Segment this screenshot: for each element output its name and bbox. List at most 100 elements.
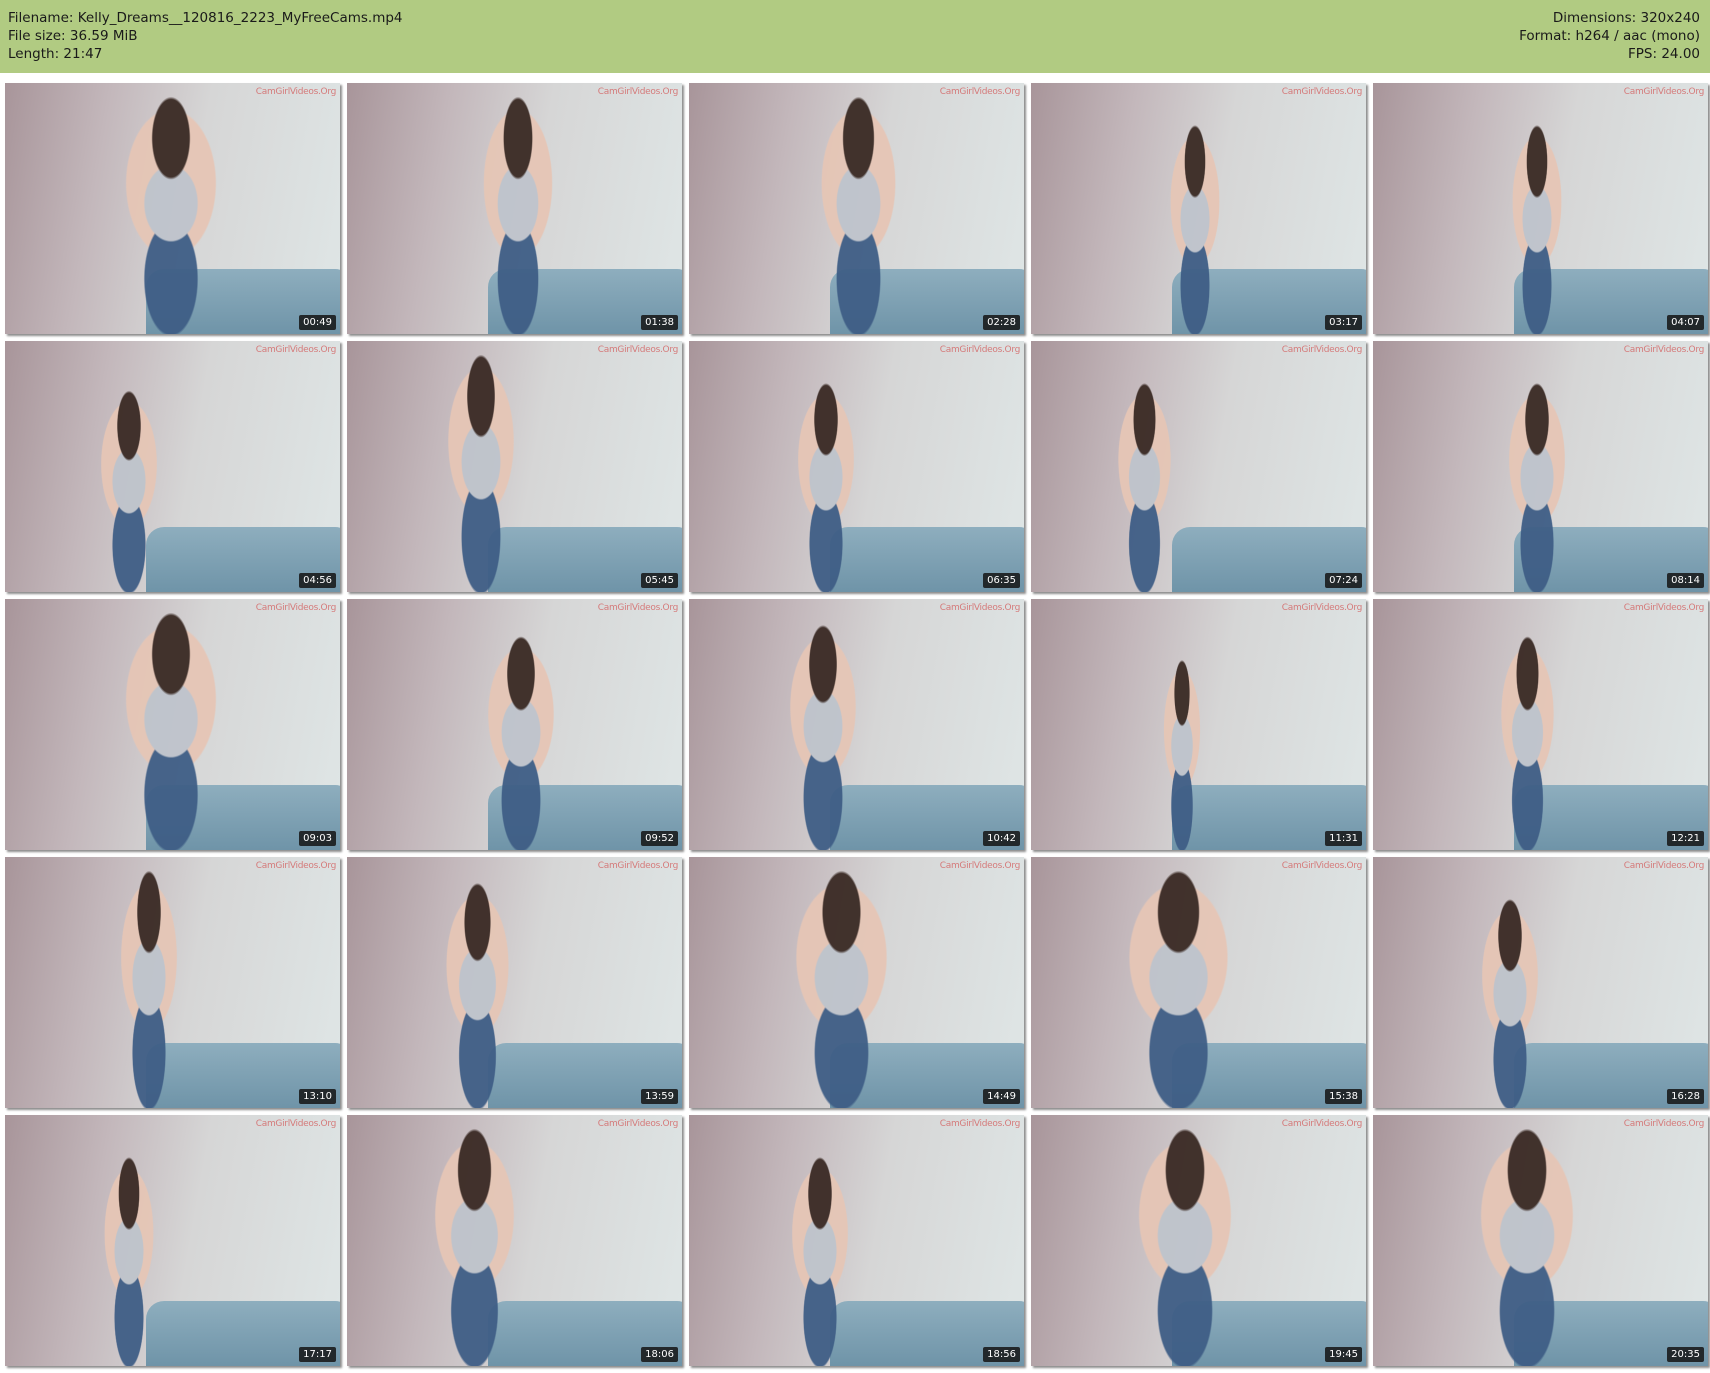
watermark-text: CamGirlVideos.Org [597, 87, 679, 97]
watermark-text: CamGirlVideos.Org [597, 345, 679, 355]
timestamp-badge: 10:42 [983, 831, 1020, 846]
frame-figure [414, 869, 542, 1108]
info-header: Filename: Kelly_Dreams__120816_2223_MyFr… [0, 0, 1710, 73]
frame-figure [1473, 624, 1581, 850]
thumbnail-frame[interactable]: CamGirlVideos.Org 13:10 [5, 857, 340, 1108]
timestamp-badge: 13:59 [641, 1089, 678, 1104]
thumbnail-frame[interactable]: CamGirlVideos.Org 05:45 [347, 341, 682, 592]
watermark-text: CamGirlVideos.Org [255, 861, 337, 871]
frame-figure [447, 83, 589, 334]
watermark-text: CamGirlVideos.Org [1281, 603, 1363, 613]
watermark-text: CamGirlVideos.Org [1623, 1119, 1705, 1129]
watermark-text: CamGirlVideos.Org [939, 1119, 1021, 1129]
thumbnail-frame[interactable]: CamGirlVideos.Org 07:24 [1031, 341, 1366, 592]
watermark-text: CamGirlVideos.Org [597, 861, 679, 871]
watermark-text: CamGirlVideos.Org [1623, 87, 1705, 97]
frame-figure [1077, 857, 1279, 1108]
thumbnail-frame[interactable]: CamGirlVideos.Org 08:14 [1373, 341, 1708, 592]
fps-text: FPS: 24.00 [1628, 46, 1700, 62]
frame-figure [1486, 113, 1588, 334]
timestamp-badge: 19:45 [1325, 1347, 1362, 1362]
timestamp-badge: 03:17 [1325, 315, 1362, 330]
timestamp-badge: 09:52 [641, 831, 678, 846]
format-text: Format: h264 / aac (mono) [1519, 28, 1700, 44]
watermark-text: CamGirlVideos.Org [255, 1119, 337, 1129]
timestamp-badge: 20:35 [1667, 1347, 1704, 1362]
frame-figure [782, 83, 934, 334]
watermark-text: CamGirlVideos.Org [939, 345, 1021, 355]
thumbnail-frame[interactable]: CamGirlVideos.Org 04:07 [1373, 83, 1708, 334]
header-right: Dimensions: 320x240 Format: h264 / aac (… [1519, 9, 1700, 63]
timestamp-badge: 13:10 [299, 1089, 336, 1104]
timestamp-badge: 06:35 [983, 573, 1020, 588]
timestamp-badge: 07:24 [1325, 573, 1362, 588]
frame-figure [769, 371, 884, 592]
watermark-text: CamGirlVideos.Org [597, 1119, 679, 1129]
frame-figure [92, 857, 206, 1108]
watermark-text: CamGirlVideos.Org [1623, 345, 1705, 355]
timestamp-badge: 08:14 [1667, 573, 1704, 588]
frame-figure [762, 1145, 877, 1366]
thumbnail-frame[interactable]: CamGirlVideos.Org 06:35 [689, 341, 1024, 592]
frame-figure [78, 1145, 180, 1366]
thumbnail-frame[interactable]: CamGirlVideos.Org 09:03 [5, 599, 340, 850]
frame-figure [393, 1115, 555, 1366]
thumbnail-frame[interactable]: CamGirlVideos.Org 15:38 [1031, 857, 1366, 1108]
frame-figure [72, 378, 186, 592]
frame-figure [454, 624, 589, 850]
thumbnail-frame[interactable]: CamGirlVideos.Org 02:28 [689, 83, 1024, 334]
frame-figure [414, 341, 548, 592]
thumbnail-frame[interactable]: CamGirlVideos.Org 01:38 [347, 83, 682, 334]
frame-figure [749, 857, 934, 1108]
frame-figure [78, 83, 263, 334]
thumbnail-frame[interactable]: CamGirlVideos.Org 18:56 [689, 1115, 1024, 1366]
timestamp-badge: 05:45 [641, 573, 678, 588]
thumbnail-frame[interactable]: CamGirlVideos.Org 17:17 [5, 1115, 340, 1366]
thumbnail-frame[interactable]: CamGirlVideos.Org 10:42 [689, 599, 1024, 850]
header-left: Filename: Kelly_Dreams__120816_2223_MyFr… [8, 9, 403, 63]
timestamp-badge: 12:21 [1667, 831, 1704, 846]
thumbnail-frame[interactable]: CamGirlVideos.Org 00:49 [5, 83, 340, 334]
thumbnail-frame[interactable]: CamGirlVideos.Org 12:21 [1373, 599, 1708, 850]
timestamp-badge: 00:49 [299, 315, 336, 330]
timestamp-badge: 18:06 [641, 1347, 678, 1362]
thumbnail-frame[interactable]: CamGirlVideos.Org 09:52 [347, 599, 682, 850]
thumbnail-frame[interactable]: CamGirlVideos.Org 13:59 [347, 857, 682, 1108]
frame-figure [1144, 649, 1219, 850]
filesize-text: File size: 36.59 MiB [8, 28, 138, 44]
watermark-text: CamGirlVideos.Org [939, 861, 1021, 871]
thumbnail-frame[interactable]: CamGirlVideos.Org 04:56 [5, 341, 340, 592]
length-text: Length: 21:47 [8, 46, 103, 62]
thumbnail-frame[interactable]: CamGirlVideos.Org 20:35 [1373, 1115, 1708, 1366]
timestamp-badge: 04:56 [299, 573, 336, 588]
timestamp-badge: 15:38 [1325, 1089, 1362, 1104]
timestamp-badge: 01:38 [641, 315, 678, 330]
timestamp-badge: 09:03 [299, 831, 336, 846]
frame-figure [1091, 371, 1199, 592]
timestamp-badge: 11:31 [1325, 831, 1362, 846]
frame-figure [1433, 1115, 1621, 1366]
thumbnail-frame[interactable]: CamGirlVideos.Org 14:49 [689, 857, 1024, 1108]
watermark-text: CamGirlVideos.Org [255, 603, 337, 613]
frame-figure [1480, 371, 1595, 592]
thumbnail-frame[interactable]: CamGirlVideos.Org 18:06 [347, 1115, 682, 1366]
watermark-text: CamGirlVideos.Org [1281, 345, 1363, 355]
watermark-text: CamGirlVideos.Org [939, 603, 1021, 613]
watermark-text: CamGirlVideos.Org [255, 345, 337, 355]
frame-figure [1453, 887, 1568, 1108]
watermark-text: CamGirlVideos.Org [597, 603, 679, 613]
thumbnail-frame[interactable]: CamGirlVideos.Org 16:28 [1373, 857, 1708, 1108]
thumbnail-frame[interactable]: CamGirlVideos.Org 19:45 [1031, 1115, 1366, 1366]
watermark-text: CamGirlVideos.Org [939, 87, 1021, 97]
timestamp-badge: 14:49 [983, 1089, 1020, 1104]
thumbnail-frame[interactable]: CamGirlVideos.Org 11:31 [1031, 599, 1366, 850]
thumbnail-frame[interactable]: CamGirlVideos.Org 03:17 [1031, 83, 1366, 334]
timestamp-badge: 04:07 [1667, 315, 1704, 330]
frame-figure [1091, 1115, 1279, 1366]
watermark-text: CamGirlVideos.Org [255, 87, 337, 97]
frame-figure [1144, 113, 1246, 334]
timestamp-badge: 18:56 [983, 1347, 1020, 1362]
dimensions-text: Dimensions: 320x240 [1552, 10, 1700, 26]
watermark-text: CamGirlVideos.Org [1623, 603, 1705, 613]
frame-figure [756, 611, 890, 850]
